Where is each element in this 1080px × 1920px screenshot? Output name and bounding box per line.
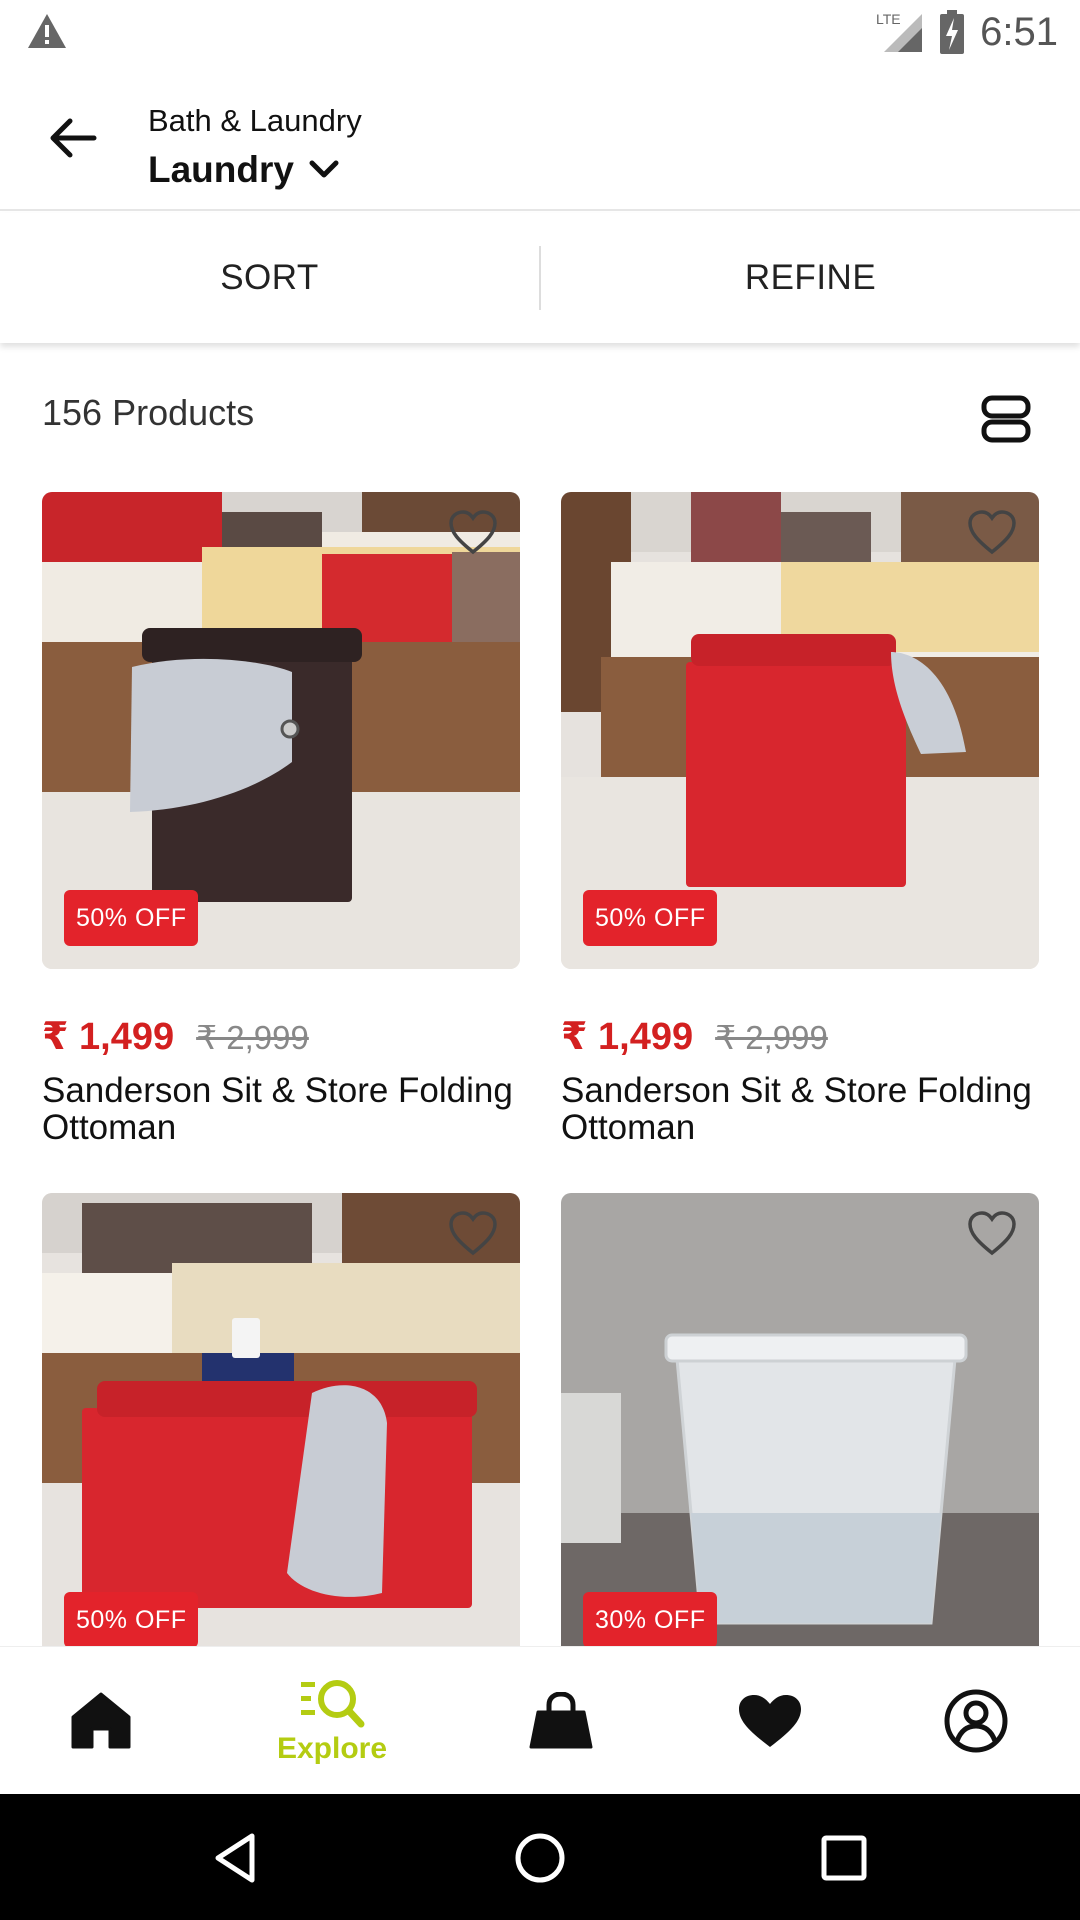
product-image[interactable]: 30% OFF <box>561 1193 1039 1646</box>
nav-bag[interactable] <box>526 1647 596 1795</box>
product-card[interactable]: 50% OFF ₹ 1,499 ₹ 2,999 Sanderson Sit & … <box>42 492 520 1146</box>
discount-badge: 50% OFF <box>583 890 718 946</box>
signal-icon: LTE <box>876 11 923 52</box>
original-price: ₹ 2,999 <box>196 1019 309 1056</box>
product-name[interactable]: Sanderson Sit & Store Folding Ottoman <box>561 1072 1039 1146</box>
chevron-down-icon <box>309 160 339 178</box>
discount-badge: 50% OFF <box>64 890 199 946</box>
battery-charging-icon <box>940 10 965 54</box>
list-view-toggle-icon[interactable] <box>980 393 1032 445</box>
home-icon <box>71 1692 131 1749</box>
home-circle-icon[interactable] <box>512 1830 568 1886</box>
product-image[interactable]: 50% OFF <box>42 1193 520 1646</box>
system-navigation-bar <box>0 1794 1080 1920</box>
product-count: 156 Products <box>42 392 255 433</box>
category-title: Laundry <box>148 149 294 190</box>
sort-button[interactable]: SORT <box>0 213 539 343</box>
warning-icon <box>28 14 66 48</box>
nav-explore[interactable]: Explore <box>262 1647 402 1795</box>
app-bar: Bath & Laundry Laundry <box>0 63 1080 211</box>
product-name[interactable]: Sanderson Sit & Store Folding Ottoman <box>42 1072 520 1146</box>
nav-wishlist[interactable] <box>735 1647 805 1795</box>
back-button[interactable] <box>40 108 106 168</box>
wishlist-heart-icon[interactable] <box>448 510 498 556</box>
heart-icon <box>739 1695 801 1747</box>
nav-explore-label: Explore <box>276 1732 388 1765</box>
product-card[interactable]: 50% OFF ₹ 1,499 ₹ 2,999 Sanderson Sit & … <box>561 492 1039 1146</box>
discount-badge: 50% OFF <box>64 1592 199 1646</box>
price-row: ₹ 1,499 ₹ 2,999 <box>42 1014 309 1059</box>
bottom-navigation: Explore <box>0 1646 1080 1794</box>
sale-price: ₹ 1,499 <box>42 1016 175 1058</box>
sale-price: ₹ 1,499 <box>561 1016 694 1058</box>
recents-square-icon[interactable] <box>816 1830 872 1886</box>
arrow-left-icon <box>50 118 97 158</box>
original-price: ₹ 2,999 <box>715 1019 828 1056</box>
lte-label: LTE <box>876 11 901 27</box>
wishlist-heart-icon[interactable] <box>967 1211 1017 1257</box>
category-dropdown[interactable]: Laundry <box>148 149 340 191</box>
price-row: ₹ 1,499 ₹ 2,999 <box>561 1014 828 1059</box>
back-triangle-icon[interactable] <box>208 1830 264 1886</box>
product-image[interactable]: 50% OFF <box>561 492 1039 969</box>
wishlist-heart-icon[interactable] <box>967 510 1017 556</box>
product-card[interactable]: 30% OFF <box>561 1193 1039 1646</box>
status-bar: LTE 6:51 <box>0 0 1080 63</box>
clock: 6:51 <box>980 9 1058 54</box>
wishlist-heart-icon[interactable] <box>448 1211 498 1257</box>
explore-search-icon <box>301 1680 365 1728</box>
refine-button[interactable]: REFINE <box>541 213 1080 343</box>
discount-badge: 30% OFF <box>583 1592 718 1646</box>
account-icon <box>944 1689 1008 1753</box>
nav-home[interactable] <box>60 1647 142 1795</box>
shopping-bag-icon <box>529 1692 593 1749</box>
product-image[interactable]: 50% OFF <box>42 492 520 969</box>
sort-refine-bar: SORT REFINE <box>0 213 1080 343</box>
breadcrumb: Bath & Laundry <box>148 103 362 138</box>
product-card[interactable]: 50% OFF <box>42 1193 520 1646</box>
nav-profile[interactable] <box>940 1647 1012 1795</box>
